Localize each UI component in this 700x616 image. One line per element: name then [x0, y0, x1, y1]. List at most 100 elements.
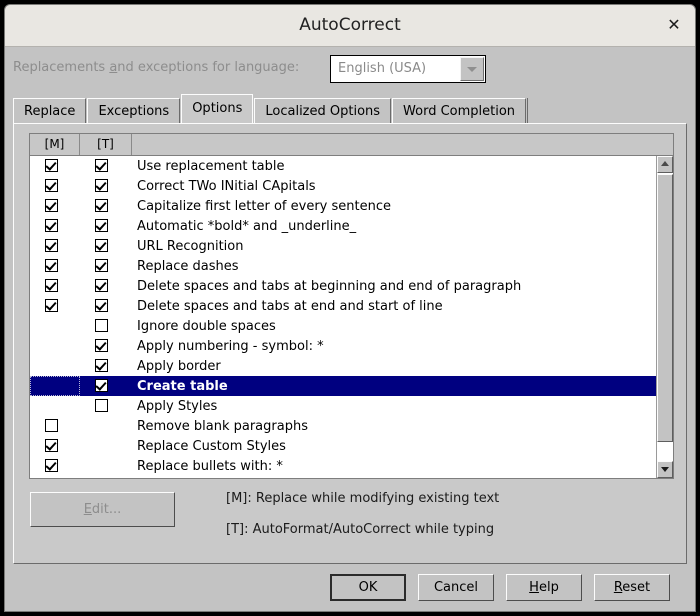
- cell-t[interactable]: [80, 356, 132, 376]
- table-row[interactable]: Remove blank paragraphs: [30, 416, 656, 436]
- autocorrect-dialog: AutoCorrect ✕ Replacements and exception…: [4, 4, 696, 612]
- checkbox-t-checked[interactable]: [95, 159, 108, 172]
- help-button[interactable]: Help: [506, 574, 582, 601]
- cell-m[interactable]: [30, 276, 80, 296]
- option-label: Use replacement table: [137, 158, 285, 174]
- tab-word-completion[interactable]: Word Completion: [392, 98, 527, 123]
- checkbox-t-checked[interactable]: [95, 379, 108, 392]
- checkbox-t-unchecked[interactable]: [95, 399, 108, 412]
- column-header-m[interactable]: [M]: [30, 134, 80, 155]
- cell-t[interactable]: [80, 236, 132, 256]
- checkbox-m-checked[interactable]: [45, 159, 58, 172]
- cell-t[interactable]: [80, 156, 132, 176]
- cell-m[interactable]: [30, 456, 80, 476]
- table-row[interactable]: Ignore double spaces: [30, 316, 656, 336]
- column-header-t[interactable]: [T]: [80, 134, 132, 155]
- ok-button[interactable]: OK: [330, 574, 406, 601]
- cell-m[interactable]: [30, 236, 80, 256]
- checkbox-t-checked[interactable]: [95, 199, 108, 212]
- checkbox-m-checked[interactable]: [45, 199, 58, 212]
- cell-m[interactable]: [30, 416, 80, 436]
- autocorrect-options-list[interactable]: [M] [T] Use replacement table Correct TWo…: [29, 133, 674, 479]
- cell-m[interactable]: [30, 176, 80, 196]
- option-label: Remove blank paragraphs: [137, 418, 308, 434]
- table-row[interactable]: Combine single line paragraphs if length…: [30, 476, 656, 478]
- table-row[interactable]: Capitalize first letter of every sentenc…: [30, 196, 656, 216]
- table-row[interactable]: URL Recognition: [30, 236, 656, 256]
- cell-m[interactable]: [30, 376, 80, 396]
- cell-t[interactable]: [80, 316, 132, 336]
- cell-m[interactable]: [30, 256, 80, 276]
- cell-m: [30, 396, 80, 416]
- checkbox-m-unchecked[interactable]: [45, 419, 58, 432]
- checkbox-m-checked[interactable]: [45, 259, 58, 272]
- checkbox-t-checked[interactable]: [95, 339, 108, 352]
- checkbox-t-checked[interactable]: [95, 279, 108, 292]
- list-vertical-scrollbar[interactable]: [656, 156, 673, 478]
- language-dropdown[interactable]: English (USA): [330, 55, 486, 83]
- table-row[interactable]: Delete spaces and tabs at end and start …: [30, 296, 656, 316]
- table-row[interactable]: Delete spaces and tabs at beginning and …: [30, 276, 656, 296]
- checkbox-m-checked[interactable]: [45, 239, 58, 252]
- checkbox-t-checked[interactable]: [95, 299, 108, 312]
- edit-button[interactable]: Edit...: [30, 492, 175, 527]
- column-header-name[interactable]: [132, 134, 673, 155]
- checkbox-t-checked[interactable]: [95, 359, 108, 372]
- tab-localized-options[interactable]: Localized Options: [254, 98, 392, 123]
- checkbox-m-checked[interactable]: [45, 299, 58, 312]
- language-label: Replacements and exceptions for language…: [13, 60, 299, 75]
- chevron-down-icon[interactable]: [460, 57, 484, 81]
- checkbox-t-unchecked[interactable]: [95, 319, 108, 332]
- table-row[interactable]: Apply border: [30, 356, 656, 376]
- table-row[interactable]: Apply Styles: [30, 396, 656, 416]
- table-row[interactable]: Automatic *bold* and _underline_: [30, 216, 656, 236]
- reset-label-accel: R: [613, 580, 623, 595]
- checkbox-m-checked[interactable]: [45, 439, 58, 452]
- cell-t[interactable]: [80, 296, 132, 316]
- list-rows: Use replacement table Correct TWo INitial…: [30, 156, 656, 478]
- option-label: Delete spaces and tabs at end and start …: [137, 298, 443, 314]
- checkbox-m-checked[interactable]: [45, 279, 58, 292]
- cell-t[interactable]: [80, 336, 132, 356]
- cell-t[interactable]: [80, 216, 132, 236]
- checkbox-t-checked[interactable]: [95, 259, 108, 272]
- language-row: Replacements and exceptions for language…: [5, 47, 695, 94]
- cell-t[interactable]: [80, 276, 132, 296]
- close-icon[interactable]: ✕: [661, 12, 687, 38]
- cell-t[interactable]: [80, 396, 132, 416]
- table-row[interactable]: Replace bullets with: *: [30, 456, 656, 476]
- cell-t[interactable]: [80, 176, 132, 196]
- cancel-button[interactable]: Cancel: [418, 574, 494, 601]
- cell-m[interactable]: [30, 436, 80, 456]
- checkbox-m-checked[interactable]: [45, 219, 58, 232]
- cell-m[interactable]: [30, 296, 80, 316]
- checkbox-t-checked[interactable]: [95, 179, 108, 192]
- scroll-down-arrow-icon[interactable]: [657, 461, 673, 478]
- checkbox-t-checked[interactable]: [95, 219, 108, 232]
- table-row[interactable]: Correct TWo INitial CApitals: [30, 176, 656, 196]
- scrollbar-thumb[interactable]: [657, 174, 673, 442]
- cell-m[interactable]: [30, 216, 80, 236]
- cell-t[interactable]: [80, 256, 132, 276]
- table-row[interactable]: Replace Custom Styles: [30, 436, 656, 456]
- reset-label-post: eset: [622, 580, 651, 595]
- tab-exceptions[interactable]: Exceptions: [87, 98, 181, 123]
- tab-replace[interactable]: Replace: [13, 98, 87, 123]
- cell-m[interactable]: [30, 476, 80, 478]
- option-label: Correct TWo INitial CApitals: [137, 178, 316, 194]
- cell-t: [80, 436, 132, 456]
- checkbox-m-checked[interactable]: [45, 459, 58, 472]
- checkbox-m-checked[interactable]: [45, 179, 58, 192]
- checkbox-t-checked[interactable]: [95, 239, 108, 252]
- cell-m[interactable]: [30, 156, 80, 176]
- reset-button[interactable]: Reset: [594, 574, 670, 601]
- cell-t[interactable]: [80, 376, 132, 396]
- scroll-up-arrow-icon[interactable]: [657, 156, 673, 173]
- table-row[interactable]: Create table: [30, 376, 656, 396]
- cell-t[interactable]: [80, 196, 132, 216]
- tab-options[interactable]: Options: [181, 94, 254, 123]
- table-row[interactable]: Use replacement table: [30, 156, 656, 176]
- table-row[interactable]: Replace dashes: [30, 256, 656, 276]
- cell-m[interactable]: [30, 196, 80, 216]
- table-row[interactable]: Apply numbering - symbol: *: [30, 336, 656, 356]
